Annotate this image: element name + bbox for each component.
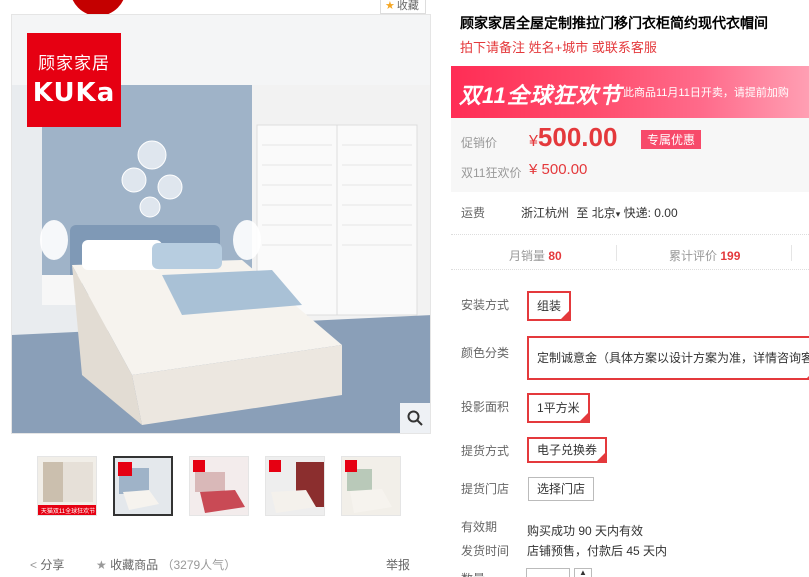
select-store-button[interactable]: 选择门店 [528,477,595,501]
install-method-label: 安装方式 [461,298,510,312]
quantity-increase-button[interactable]: ▲ [574,568,592,577]
thumbnail-image-2 [115,458,171,514]
thumbnail-image-4 [266,457,324,515]
install-option-assembled[interactable]: 组装 [527,291,572,321]
thumbnail-3[interactable] [189,456,249,516]
product-subtitle: 拍下请备注 姓名+城市 或联系客服 [460,40,657,55]
validity-value: 购买成功 90 天内有效 [527,524,644,538]
promo-price-label: 促销价 [461,136,498,150]
promo-price: ¥500.00 [529,122,617,153]
exclusive-discount-badge: 专属优惠 [641,130,702,149]
thumbnail-1-caption: 天猫双11全球狂欢节 [40,509,96,515]
chevron-down-icon: ▾ [615,209,621,219]
dispatch-time-value: 店铺预售，付款后 45 天内 [527,544,668,558]
collect-button[interactable]: ★ 收藏商品 （3279人气） [96,556,236,573]
total-reviews-label: 累计评价 [669,249,718,263]
monthly-sales-label: 月销量 [509,249,546,263]
brand-logo-cn: 顾家家居 [38,54,110,74]
ship-from: 浙江杭州 [521,206,570,220]
pickup-store-label: 提货门店 [461,482,510,496]
quantity-label: 数量 [461,570,485,577]
popularity-count: （3279人气） [161,558,237,572]
brand-logo: 顾家家居 KUKa [27,33,121,127]
currency-symbol: ¥ [529,133,538,150]
shipping-info: 浙江杭州 至 北京▾ 快递: 0.00 [521,204,678,221]
main-product-image[interactable]: 顾家家居 KUKa [11,14,431,434]
price-box: 促销价 ¥500.00 专属优惠 双11狂欢价 ¥ 500.00 [451,118,809,192]
thumbnail-4[interactable] [265,456,325,516]
thumbnail-image-3 [190,457,248,515]
quantity-input[interactable] [526,568,570,577]
ship-to-select[interactable]: 北京▾ [592,206,621,220]
thumbnail-5[interactable] [341,456,401,516]
thumbnail-2[interactable] [113,456,173,516]
color-option-deposit[interactable]: 定制诚意金（具体方案以设计方案为准，详情咨询客服） [527,336,809,380]
favorite-button[interactable]: ★ 收藏 [380,0,426,14]
star-icon: ★ [96,558,107,572]
projection-area-label: 投影面积 [461,400,510,414]
monthly-sales: 月销量 80 [509,247,562,264]
pickup-option-voucher[interactable]: 电子兑换券 [527,437,608,463]
collect-label: 收藏商品 [110,558,159,572]
validity-label: 有效期 [461,520,498,534]
area-option-1sqm[interactable]: 1平方米 [527,393,590,423]
share-button[interactable]: < 分享 [30,556,64,573]
pickup-method-label: 提货方式 [461,444,510,458]
monthly-sales-value: 80 [548,249,562,263]
divider [616,245,617,261]
express-fee: 快递: 0.00 [623,206,678,220]
product-title: 顾家家居全屋定制推拉门移门衣柜简约现代衣帽间 [460,15,768,31]
total-reviews-value: 199 [720,249,741,263]
report-link[interactable]: 举报 [386,556,410,573]
banner-note: 此商品11月11日开卖，请提前加购 [623,87,789,99]
stats-bar: 月销量 80 累计评价 199 [451,234,809,270]
promo-price-value: 500.00 [537,122,618,152]
zoom-button[interactable] [400,403,430,433]
ship-to: 北京 [591,206,616,220]
ship-to-prefix: 至 [576,206,589,220]
divider [791,245,792,261]
double11-price-value: ¥ 500.00 [529,161,588,178]
total-reviews[interactable]: 累计评价 199 [669,247,740,264]
share-label: 分享 [40,558,65,572]
favorite-label: 收藏 [396,0,419,12]
dispatch-time-label: 发货时间 [461,544,510,558]
brand-logo-en: KUKa [32,78,116,108]
shipping-label: 运费 [461,206,486,220]
thumbnail-strip: 天猫双11全球狂欢节 [37,456,401,516]
double11-banner: 双11全球狂欢节 此商品11月11日开卖，请提前加购 [451,66,809,118]
color-category-label: 颜色分类 [461,346,510,360]
star-icon: ★ [385,0,395,12]
share-icon: < [30,558,38,572]
magnifier-icon [407,410,423,426]
banner-title: 双11全球狂欢节 [459,83,622,108]
double11-price-label: 双11狂欢价 [461,166,522,180]
thumbnail-1[interactable]: 天猫双11全球狂欢节 [37,456,97,516]
thumbnail-image-5 [342,457,400,515]
